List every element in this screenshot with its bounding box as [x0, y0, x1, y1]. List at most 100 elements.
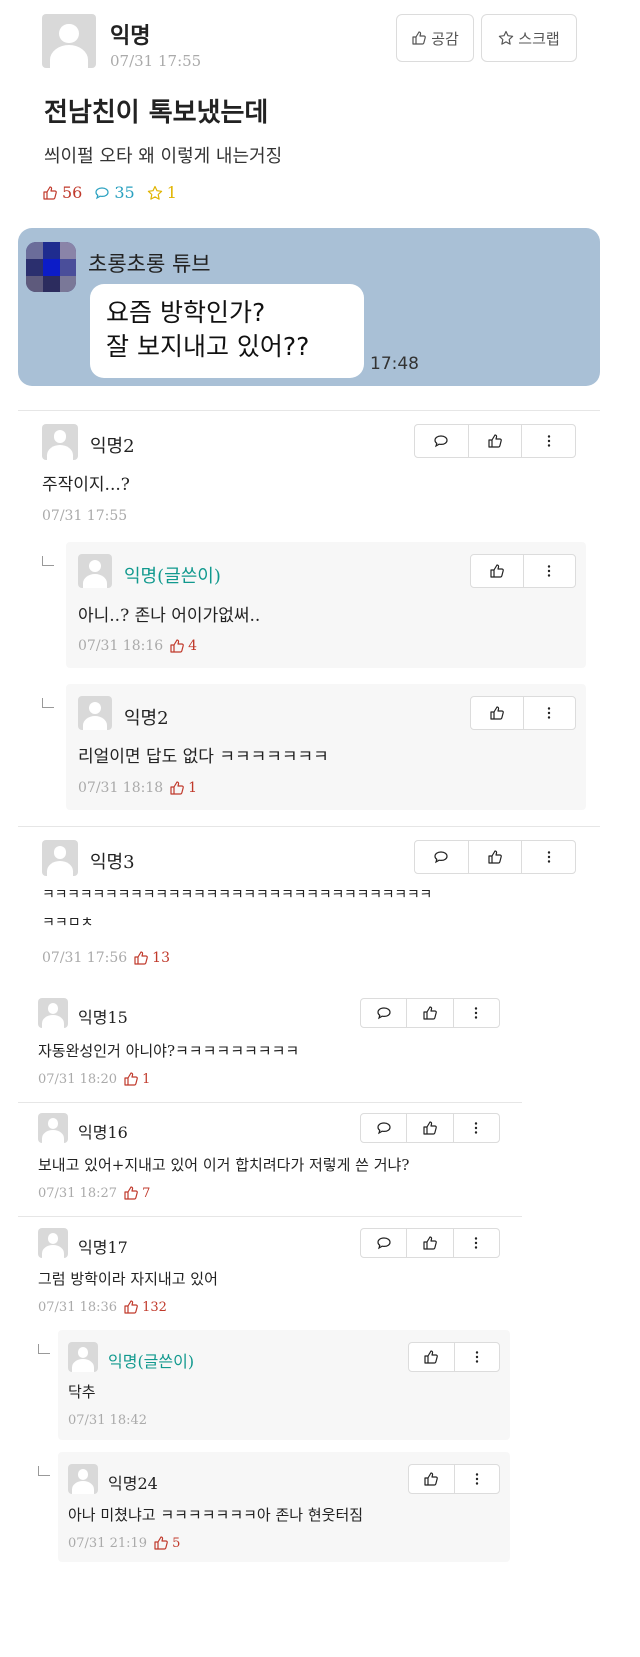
thumbs-up-icon	[487, 433, 503, 449]
commenter-avatar	[78, 554, 112, 588]
like-button[interactable]	[469, 425, 523, 457]
comment-author: 익명17	[78, 1238, 128, 1257]
comment-meta: 07/31 21:19 5	[68, 1535, 180, 1551]
chat-screenshot: 초롱초롱 튜브 요즘 방학인가? 잘 보지내고 있어?? 17:48	[18, 228, 600, 386]
reply-button[interactable]	[361, 1114, 408, 1142]
comment-meta: 07/31 18:20 1	[38, 1071, 150, 1087]
comment-icon	[376, 1235, 392, 1251]
reply-button[interactable]	[361, 999, 408, 1027]
like-button[interactable]	[469, 841, 523, 873]
comment-likes: 7	[123, 1185, 150, 1201]
comment-icon	[433, 433, 449, 449]
commenter-avatar	[38, 1113, 68, 1143]
more-button[interactable]	[454, 999, 499, 1027]
more-button[interactable]	[454, 1229, 499, 1257]
chat-message-line-2: 잘 보지내고 있어??	[106, 332, 310, 361]
like-button[interactable]	[409, 1465, 455, 1493]
comment-text: 자동완성인거 아니야?ㅋㅋㅋㅋㅋㅋㅋㅋㅋ	[38, 1042, 300, 1060]
chat-message-bubble: 요즘 방학인가? 잘 보지내고 있어??	[90, 284, 364, 378]
like-button[interactable]	[407, 1114, 454, 1142]
more-icon	[541, 849, 557, 865]
chat-time: 17:48	[370, 354, 419, 374]
comment-time: 07/31 17:55	[42, 508, 128, 524]
thumbs-up-icon	[169, 638, 185, 654]
reply-button[interactable]	[415, 841, 469, 873]
post-time: 07/31 17:55	[110, 52, 202, 70]
comment-likes: 132	[123, 1299, 167, 1315]
scrap-label: 스크랩	[518, 29, 560, 48]
comment-text: 보내고 있어+지내고 있어 이거 합치려다가 저렇게 쓴 거냐?	[38, 1156, 410, 1174]
more-icon	[469, 1471, 485, 1487]
like-button[interactable]	[407, 999, 454, 1027]
thumbs-up-icon	[133, 950, 149, 966]
comment-actions	[470, 696, 576, 730]
comment-author: 익명3	[90, 852, 135, 873]
comment-text: 리얼이면 답도 없다 ㅋㅋㅋㅋㅋㅋㅋ	[78, 747, 329, 767]
thumbs-up-icon	[42, 185, 58, 201]
comment-time: 07/31 17:56	[42, 950, 128, 966]
more-button[interactable]	[454, 1114, 499, 1142]
scrap-button[interactable]: 스크랩	[481, 14, 577, 62]
comment-text: ㅋㅋㅋㅋㅋㅋㅋㅋㅋㅋㅋㅋㅋㅋㅋㅋㅋㅋㅋㅋㅋㅋㅋㅋㅋㅋㅋㅋㅋㅋㅋ	[42, 887, 432, 903]
comment-likes-count: 5	[172, 1535, 181, 1551]
thumbs-up-icon	[123, 1299, 139, 1315]
comment-actions	[414, 840, 576, 874]
post-author-name: 익명	[110, 23, 151, 49]
more-button[interactable]	[522, 841, 575, 873]
like-button[interactable]	[407, 1229, 454, 1257]
post-author-avatar	[42, 14, 96, 68]
comment-meta: 07/31 17:56 13	[42, 950, 170, 966]
reply-button[interactable]	[415, 425, 469, 457]
post-title: 전남친이 톡보냈는데	[44, 98, 269, 128]
thumbs-up-icon	[123, 1185, 139, 1201]
like-post-button[interactable]: 공감	[396, 14, 474, 62]
reply-arrow-icon	[38, 1466, 50, 1476]
thumbs-up-icon	[489, 563, 505, 579]
star-icon	[498, 30, 514, 46]
comment-likes-count: 13	[152, 950, 170, 966]
commenter-avatar	[42, 840, 78, 876]
more-button[interactable]	[455, 1343, 500, 1371]
comment-icon	[376, 1005, 392, 1021]
more-icon	[468, 1120, 484, 1136]
comment-text: 닥추	[68, 1383, 96, 1401]
comment-author: 익명2	[90, 436, 135, 457]
comment-meta: 07/31 18:18 1	[78, 780, 197, 796]
comment-author: 익명(글쓴이)	[124, 566, 221, 587]
comment-likes-count: 1	[142, 1071, 151, 1087]
post-comments: 35	[94, 183, 135, 202]
thumbs-up-icon	[411, 30, 427, 46]
comment-likes: 1	[169, 780, 197, 796]
comment-text: 주작이지...?	[42, 475, 130, 495]
divider	[18, 410, 600, 411]
thumbs-up-icon	[423, 1471, 439, 1487]
reply-arrow-icon	[42, 556, 54, 566]
comment-time: 07/31 18:20	[38, 1071, 118, 1087]
comment-icon	[433, 849, 449, 865]
chat-sender-name: 초롱초롱 튜브	[88, 252, 211, 276]
like-button[interactable]	[471, 555, 524, 587]
post-scraps: 1	[147, 183, 177, 202]
comment-meta: 07/31 17:55	[42, 508, 127, 524]
comment-likes-count: 4	[188, 638, 198, 654]
like-button[interactable]	[409, 1343, 455, 1371]
like-button[interactable]	[471, 697, 524, 729]
more-icon	[469, 1349, 485, 1365]
more-button[interactable]	[524, 697, 576, 729]
commenter-avatar	[38, 998, 68, 1028]
more-button[interactable]	[455, 1465, 500, 1493]
commenter-avatar	[38, 1228, 68, 1258]
reply-arrow-icon	[38, 1344, 50, 1354]
more-icon	[541, 433, 557, 449]
comment-actions	[360, 1228, 500, 1258]
more-button[interactable]	[524, 555, 576, 587]
comment-likes: 1	[123, 1071, 150, 1087]
reply-button[interactable]	[361, 1229, 408, 1257]
more-button[interactable]	[522, 425, 575, 457]
more-icon	[541, 705, 557, 721]
comment-likes: 5	[153, 1535, 180, 1551]
post-likes-count: 56	[62, 183, 83, 202]
thumbs-up-icon	[123, 1071, 139, 1087]
comment-icon	[376, 1120, 392, 1136]
reply-arrow-icon	[42, 698, 54, 708]
